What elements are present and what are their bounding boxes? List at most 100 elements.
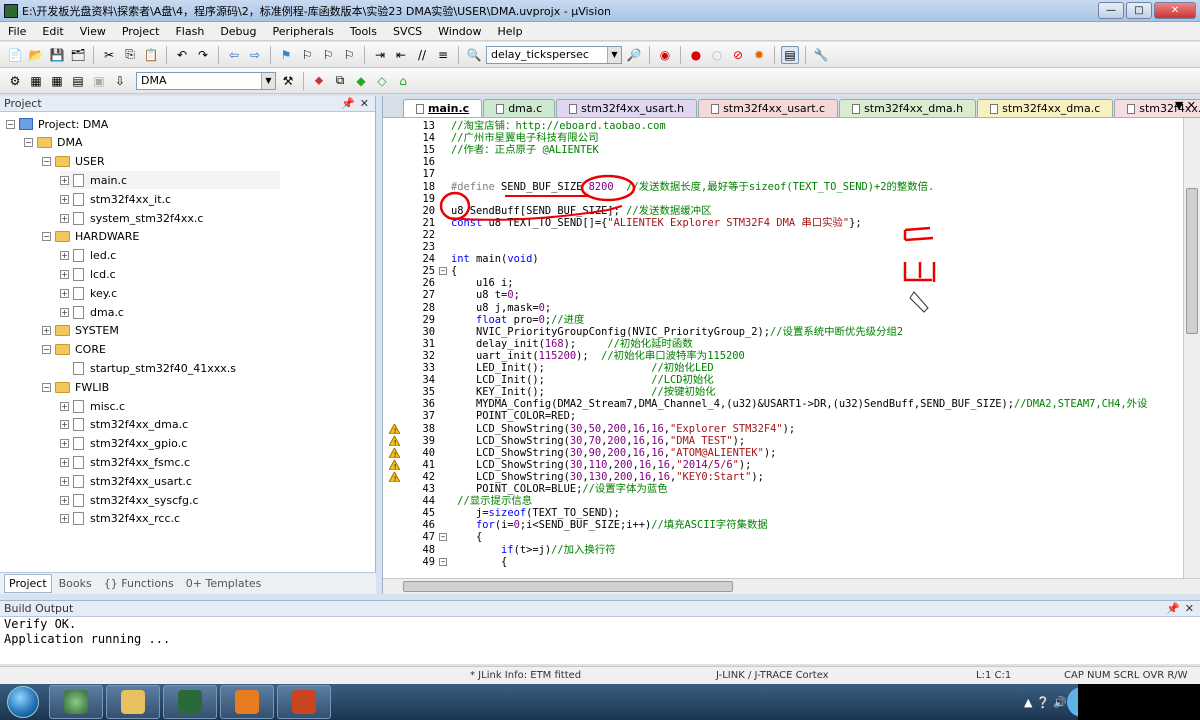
vertical-scrollbar[interactable] xyxy=(1183,118,1200,578)
manage-project-icon[interactable]: ⧉ xyxy=(331,72,349,90)
tree-item[interactable]: + key.c xyxy=(60,284,117,302)
panel-tab-2[interactable]: {} Functions xyxy=(99,574,179,593)
warning-icon[interactable]: ! xyxy=(388,470,401,483)
expand-icon[interactable]: + xyxy=(60,457,69,467)
expand-icon[interactable]: + xyxy=(60,213,69,223)
pin-icon[interactable]: 📌 xyxy=(341,96,355,112)
run-env-icon[interactable]: ⌂ xyxy=(394,72,412,90)
menu-flash[interactable]: Flash xyxy=(167,25,212,38)
download-icon[interactable]: ⇩ xyxy=(111,72,129,90)
collapse-icon[interactable]: − xyxy=(42,232,51,242)
find-combo[interactable]: delay_tickspersec ▼ xyxy=(486,45,622,64)
uncomment-icon[interactable]: ≡ xyxy=(434,46,452,64)
bookmark-prev-icon[interactable]: ⚐ xyxy=(298,46,316,64)
editor-tab[interactable]: stm32f4xx_dma.h xyxy=(839,99,977,117)
chevron-down-icon[interactable]: ▼ xyxy=(607,46,621,63)
tree-item[interactable]: − FWLIB xyxy=(42,378,109,396)
scroll-thumb[interactable] xyxy=(1186,188,1198,334)
expand-icon[interactable]: + xyxy=(60,175,69,185)
taskbar-app-pdf[interactable] xyxy=(220,685,274,719)
pin-icon[interactable]: 📌 xyxy=(1166,601,1180,617)
expand-icon[interactable]: + xyxy=(42,326,51,336)
paste-icon[interactable]: 📋 xyxy=(142,46,160,64)
tray-icons[interactable]: ▲ ❔ 🔊 xyxy=(1024,696,1067,709)
editor-tab[interactable]: stm32f4xx_usart.h xyxy=(556,99,698,117)
nav-back-icon[interactable]: ⇦ xyxy=(225,46,243,64)
taskbar-app-powerpoint[interactable] xyxy=(277,685,331,719)
comment-icon[interactable]: // xyxy=(413,46,431,64)
menu-project[interactable]: Project xyxy=(114,25,168,38)
tree-item[interactable]: + led.c xyxy=(60,247,116,265)
breakpoint-disable-icon[interactable]: ○ xyxy=(708,46,726,64)
expand-icon[interactable]: + xyxy=(60,194,69,204)
fold-icon[interactable]: − xyxy=(439,557,447,566)
menu-debug[interactable]: Debug xyxy=(212,25,264,38)
close-icon[interactable]: ✕ xyxy=(360,96,369,112)
expand-icon[interactable]: + xyxy=(60,514,69,524)
translate-icon[interactable]: ⚙ xyxy=(6,72,24,90)
menu-view[interactable]: View xyxy=(72,25,114,38)
editor-tab[interactable]: stm32f4xx_usart.c xyxy=(698,99,839,117)
fold-icon[interactable]: − xyxy=(439,267,447,276)
chevron-down-icon[interactable]: ▼ xyxy=(261,72,275,89)
indent-icon[interactable]: ⇥ xyxy=(371,46,389,64)
editor-tab[interactable]: stm32f4xx_dma.c xyxy=(977,99,1114,117)
bookmark-clear-icon[interactable]: ⚐ xyxy=(340,46,358,64)
taskbar-app-uvision5[interactable] xyxy=(163,685,217,719)
breakpoint-icon[interactable]: ● xyxy=(687,46,705,64)
maximize-button[interactable]: □ xyxy=(1126,2,1152,19)
find-icon[interactable]: 🔎 xyxy=(625,46,643,64)
tree-item[interactable]: − USER xyxy=(42,153,105,171)
start-button[interactable] xyxy=(0,684,46,720)
tree-item[interactable]: + stm32f4xx_rcc.c xyxy=(60,510,180,528)
tree-item[interactable]: startup_stm32f40_41xxx.s xyxy=(60,359,236,377)
tree-item[interactable]: + misc.c xyxy=(60,397,125,415)
collapse-icon[interactable]: − xyxy=(6,119,15,129)
tree-item[interactable]: + SYSTEM xyxy=(42,322,119,340)
breakpoint-kill-icon[interactable]: ✹ xyxy=(750,46,768,64)
copy-icon[interactable]: ⎘ xyxy=(121,46,139,64)
target-options-icon[interactable]: ⚒ xyxy=(279,72,297,90)
tree-item[interactable]: + system_stm32f4xx.c xyxy=(60,209,203,227)
tree-item[interactable]: + main.c xyxy=(60,171,280,190)
redo-icon[interactable]: ↷ xyxy=(194,46,212,64)
collapse-icon[interactable]: − xyxy=(42,345,51,355)
open-file-icon[interactable]: 📂 xyxy=(27,46,45,64)
close-icon[interactable]: ✕ xyxy=(1185,601,1194,617)
panel-tab-3[interactable]: 0+ Templates xyxy=(181,574,267,593)
warning-icon[interactable]: ! xyxy=(388,446,401,459)
configure-icon[interactable]: 🔧 xyxy=(812,46,830,64)
tree-item[interactable]: − CORE xyxy=(42,341,106,359)
select-device-icon[interactable]: ◇ xyxy=(373,72,391,90)
close-button[interactable]: ✕ xyxy=(1154,2,1196,19)
collapse-icon[interactable]: − xyxy=(24,138,33,148)
debug-session-icon[interactable]: ◉ xyxy=(656,46,674,64)
panel-tab-1[interactable]: Books xyxy=(54,574,97,593)
horizontal-scrollbar[interactable] xyxy=(383,578,1200,594)
expand-icon[interactable]: + xyxy=(60,401,69,411)
code-area[interactable]: 13 14 15 16 17 18 19 20 21 22 23 24 25−26 27 28 29 30 31 3… xyxy=(383,118,1183,572)
window-layout-icon[interactable]: ▤ xyxy=(781,45,799,64)
tree-item[interactable]: − DMA xyxy=(24,134,83,152)
bookmark-next-icon[interactable]: ⚐ xyxy=(319,46,337,64)
expand-icon[interactable]: + xyxy=(60,288,69,298)
minimize-button[interactable]: — xyxy=(1098,2,1124,19)
target-combo[interactable]: DMA ▼ xyxy=(136,71,276,90)
expand-icon[interactable]: + xyxy=(60,420,69,430)
expand-icon[interactable]: + xyxy=(60,307,69,317)
stop-build-icon[interactable]: ▣ xyxy=(90,72,108,90)
bookmark-icon[interactable]: ⚑ xyxy=(277,46,295,64)
tree-item[interactable]: + stm32f4xx_dma.c xyxy=(60,416,188,434)
tree-item[interactable]: + stm32f4xx_it.c xyxy=(60,190,171,208)
manage-components-icon[interactable]: ⬥ xyxy=(310,72,328,90)
tree-item[interactable]: − Project: DMA xyxy=(6,115,108,133)
editor-tab[interactable]: dma.c xyxy=(483,99,556,117)
tree-item[interactable]: + dma.c xyxy=(60,303,124,321)
collapse-icon[interactable]: − xyxy=(42,157,51,167)
expand-icon[interactable]: + xyxy=(60,439,69,449)
batch-build-icon[interactable]: ▤ xyxy=(69,72,87,90)
save-icon[interactable]: 💾 xyxy=(48,46,66,64)
build-icon[interactable]: ▦ xyxy=(27,72,45,90)
menu-help[interactable]: Help xyxy=(490,25,531,38)
tree-item[interactable]: + stm32f4xx_usart.c xyxy=(60,472,192,490)
